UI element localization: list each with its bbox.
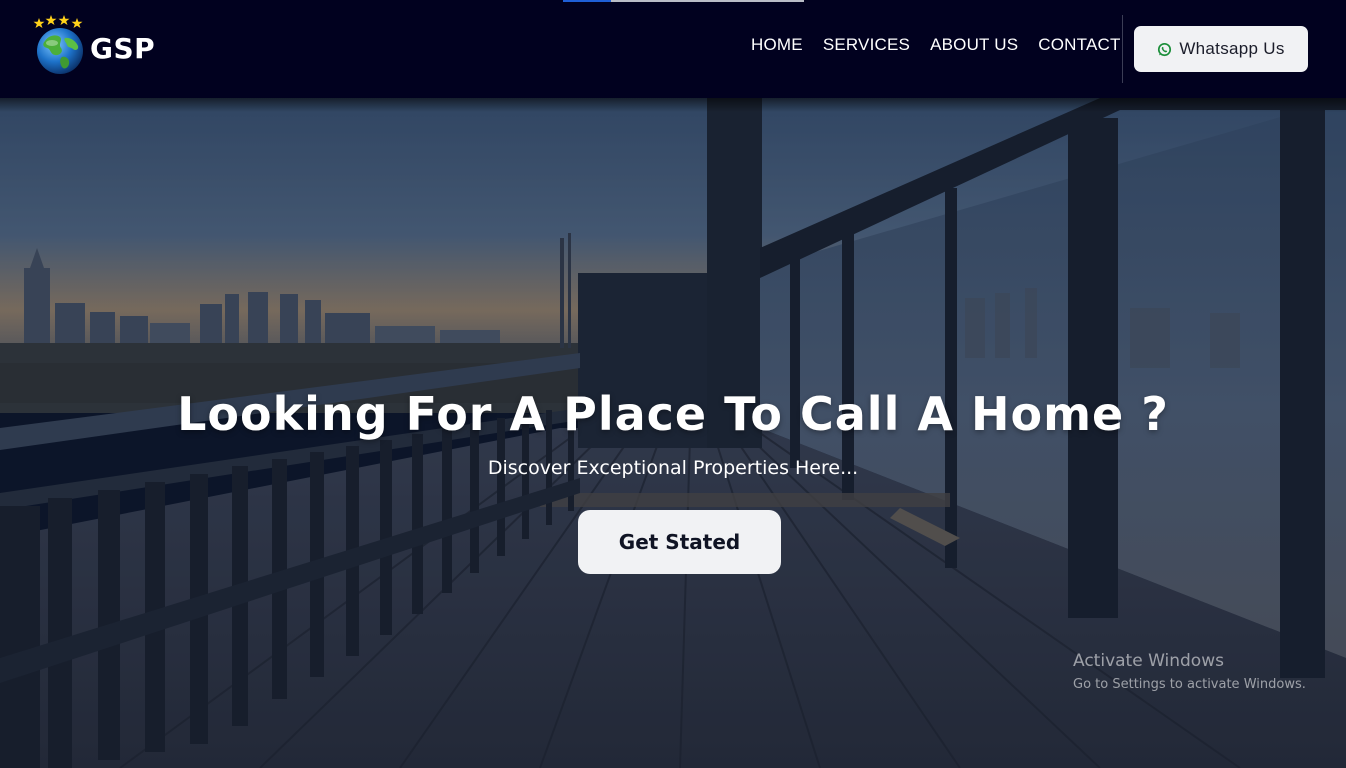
site-logo[interactable]: GSP: [33, 15, 163, 77]
page-load-progress: [563, 0, 804, 2]
hero-subtitle: Discover Exceptional Properties Here...: [487, 457, 859, 479]
nav-services[interactable]: SERVICES: [823, 35, 910, 55]
whatsapp-button[interactable]: Whatsapp Us: [1134, 26, 1308, 72]
hero-section: Looking For A Place To Call A Home ? Dis…: [0, 98, 1346, 768]
nav-about-us[interactable]: ABOUT US: [930, 35, 1018, 55]
nav-divider: [1122, 15, 1123, 83]
nav-contact[interactable]: CONTACT: [1038, 35, 1120, 55]
get-started-button[interactable]: Get Stated: [578, 510, 781, 574]
whatsapp-label: Whatsapp Us: [1179, 39, 1285, 58]
hero-title: Looking For A Place To Call A Home ?: [177, 387, 1169, 441]
logo-text: GSP: [90, 32, 156, 65]
windows-activation-watermark: Activate Windows Go to Settings to activ…: [1073, 651, 1306, 692]
globe-icon: [33, 15, 89, 77]
site-header: GSP HOME SERVICES ABOUT US CONTACT Whats…: [0, 0, 1346, 98]
watermark-title: Activate Windows: [1073, 651, 1224, 671]
main-nav: HOME SERVICES ABOUT US CONTACT: [751, 35, 1141, 55]
watermark-subtitle: Go to Settings to activate Windows.: [1073, 677, 1306, 692]
header-shadow: [0, 98, 1346, 112]
nav-home[interactable]: HOME: [751, 35, 803, 55]
whatsapp-icon: [1157, 42, 1172, 57]
page-load-progress-fill: [563, 0, 612, 2]
